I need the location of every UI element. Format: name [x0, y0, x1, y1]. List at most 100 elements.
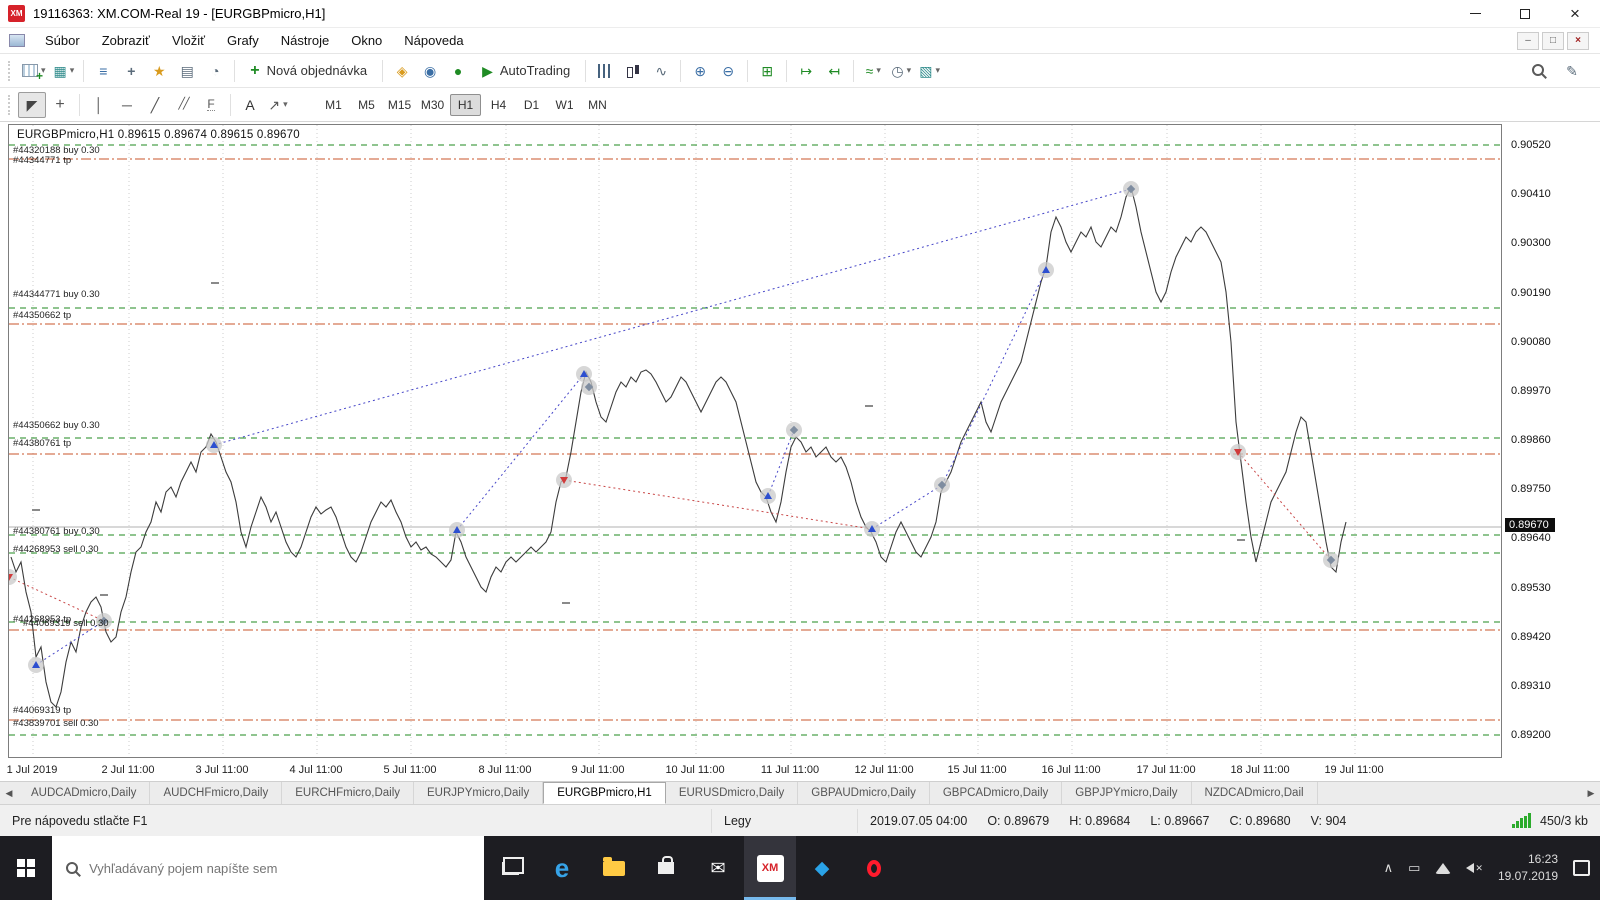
search-button[interactable]: [1524, 58, 1552, 84]
wifi-icon[interactable]: [1435, 862, 1452, 874]
taskbar-vscode-button[interactable]: ◆: [796, 836, 848, 900]
chart-tab-eurgbpmicro-h1[interactable]: EURGBPmicro,H1: [543, 782, 666, 804]
chart-tab-audcadmicro-daily[interactable]: AUDCADmicro,Daily: [18, 782, 151, 804]
chart-tab-gbpjpymicro-daily[interactable]: GBPJPYmicro,Daily: [1062, 782, 1192, 804]
zoom-out-button[interactable]: ⊖: [714, 58, 742, 84]
line-chart-button[interactable]: ∿: [647, 58, 675, 84]
close-button[interactable]: ×: [1550, 0, 1600, 27]
time-axis[interactable]: 1 Jul 2019 2 Jul 11:00 3 Jul 11:00 4 Jul 11…: [7, 762, 1502, 782]
taskbar-xm-mt4-button[interactable]: XM: [744, 836, 796, 900]
chart-tab-eurjpymicro-daily[interactable]: EURJPYmicro,Daily: [414, 782, 544, 804]
strategy-tester-button[interactable]: ◔: [201, 58, 229, 84]
chart-shift-button[interactable]: ↤: [820, 58, 848, 84]
timeframe-d1[interactable]: D1: [516, 94, 547, 116]
status-profile-name[interactable]: Legy: [724, 814, 751, 828]
toolbar-grip[interactable]: [8, 94, 14, 115]
arrows-icon: ↗: [268, 96, 281, 113]
chevron-down-icon[interactable]: ▾: [70, 65, 75, 76]
menu-vlozit[interactable]: Vložiť: [161, 29, 216, 52]
search-input[interactable]: [89, 860, 471, 876]
taskbar-opera-button[interactable]: [848, 836, 900, 900]
menu-napoveda[interactable]: Nápoveda: [393, 29, 474, 52]
trendline-tool-button[interactable]: ╱: [141, 92, 169, 118]
templates-button[interactable]: ▧ ▾: [915, 58, 944, 84]
timeframe-m5[interactable]: M5: [351, 94, 382, 116]
chevron-down-icon[interactable]: ▾: [876, 65, 881, 76]
market-watch-button[interactable]: ≡: [89, 58, 117, 84]
chevron-down-icon[interactable]: ▾: [907, 65, 912, 76]
chart-plot-area[interactable]: EURGBPmicro,H1 0.89615 0.89674 0.89615 0…: [8, 124, 1502, 758]
mdi-restore-button[interactable]: □: [1542, 31, 1564, 50]
zoom-in-button[interactable]: ⊕: [686, 58, 714, 84]
chevron-down-icon[interactable]: ▾: [283, 99, 288, 110]
chart-window-icon[interactable]: [9, 34, 25, 47]
indicators-button[interactable]: ≈ ▾: [859, 58, 887, 84]
tile-windows-button[interactable]: ⊞: [753, 58, 781, 84]
chart-tab-eurchfmicro-daily[interactable]: EURCHFmicro,Daily: [282, 782, 414, 804]
metaeditor-icon: ◈: [396, 62, 408, 79]
cursor-tool-button[interactable]: ◤: [18, 91, 46, 118]
crosshair-tool-button[interactable]: +: [46, 92, 74, 118]
metaeditor-button[interactable]: ◈: [388, 58, 416, 84]
price-axis[interactable]: 0.89670 0.90520 0.90410 0.90300 0.90190 0.90…: [1504, 124, 1600, 758]
taskbar-edge-button[interactable]: e: [536, 836, 588, 900]
volume-muted-icon[interactable]: ✕: [1466, 863, 1483, 874]
arrows-tool-button[interactable]: ↗ ▾: [264, 92, 292, 118]
tray-chevron-icon[interactable]: ∧: [1384, 860, 1394, 876]
taskbar-search[interactable]: [52, 836, 484, 900]
menu-zobrazit[interactable]: Zobraziť: [91, 29, 161, 52]
feedback-button[interactable]: ✎: [1558, 58, 1586, 84]
timeframe-h1[interactable]: H1: [450, 93, 481, 116]
timeframe-h4[interactable]: H4: [483, 94, 514, 116]
vertical-line-tool-button[interactable]: │: [85, 92, 113, 118]
timeframe-w1[interactable]: W1: [549, 94, 580, 116]
data-window-button[interactable]: +: [117, 58, 145, 84]
chevron-down-icon[interactable]: ▾: [935, 65, 940, 76]
chart-tab-eurusdmicro-daily[interactable]: EURUSDmicro,Daily: [665, 782, 799, 804]
text-tool-button[interactable]: A: [236, 92, 264, 118]
menu-nastroje[interactable]: Nástroje: [270, 29, 340, 52]
start-button[interactable]: [0, 836, 52, 900]
auto-scroll-button[interactable]: ↦: [792, 58, 820, 84]
autotrading-button[interactable]: ▶ AutoTrading: [472, 58, 580, 84]
taskbar-mail-button[interactable]: ✉: [692, 836, 744, 900]
minimize-button[interactable]: [1450, 0, 1500, 27]
bar-chart-button[interactable]: [591, 58, 619, 84]
menu-grafy[interactable]: Grafy: [216, 29, 270, 52]
restore-button[interactable]: [1500, 0, 1550, 27]
chart-tab-gbpaudmicro-daily[interactable]: GBPAUDmicro,Daily: [798, 782, 930, 804]
navigator-button[interactable]: ★: [145, 58, 173, 84]
expert-advisors-button[interactable]: ◉: [416, 58, 444, 84]
mdi-minimize-button[interactable]: –: [1517, 31, 1539, 50]
tab-scroll-right-button[interactable]: ▶: [1582, 782, 1600, 804]
tab-scroll-left-button[interactable]: ◀: [0, 782, 18, 804]
action-center-icon[interactable]: [1573, 860, 1590, 876]
chart-tab-audchfmicro-daily[interactable]: AUDCHFmicro,Daily: [150, 782, 283, 804]
fibonacci-tool-button[interactable]: F: [197, 92, 225, 118]
taskbar-clock[interactable]: 16:23 19.07.2019: [1498, 851, 1558, 885]
horizontal-line-tool-button[interactable]: ─: [113, 92, 141, 118]
timeframe-m15[interactable]: M15: [384, 94, 415, 116]
chart-tab-gbpcadmicro-daily[interactable]: GBPCADmicro,Daily: [929, 782, 1063, 804]
battery-icon[interactable]: ▭: [1408, 860, 1420, 876]
chart-tab-nzdcadmicro-dail[interactable]: NZDCADmicro,Dail: [1191, 782, 1318, 804]
mdi-close-button[interactable]: ×: [1567, 31, 1589, 50]
task-view-button[interactable]: [484, 836, 536, 900]
menu-okno[interactable]: Okno: [340, 29, 393, 52]
terminal-button[interactable]: ▤: [173, 58, 201, 84]
new-chart-button[interactable]: + ▾: [18, 58, 50, 84]
timeframe-m1[interactable]: M1: [318, 94, 349, 116]
channel-tool-button[interactable]: ╱╱: [169, 92, 197, 118]
timeframe-mn[interactable]: MN: [582, 94, 613, 116]
periods-button[interactable]: ◷ ▾: [887, 58, 915, 84]
price-chart[interactable]: [9, 125, 1501, 757]
profiles-button[interactable]: ▦ ▾: [50, 58, 79, 84]
toolbar-grip[interactable]: [8, 60, 14, 81]
menu-subor[interactable]: Súbor: [34, 29, 91, 52]
candlestick-chart-button[interactable]: [619, 58, 647, 84]
timeframe-m30[interactable]: M30: [417, 94, 448, 116]
taskbar-explorer-button[interactable]: [588, 836, 640, 900]
ea-status-button[interactable]: ●: [444, 58, 472, 84]
new-order-button[interactable]: + Nová objednávka: [240, 58, 377, 84]
taskbar-store-button[interactable]: [640, 836, 692, 900]
